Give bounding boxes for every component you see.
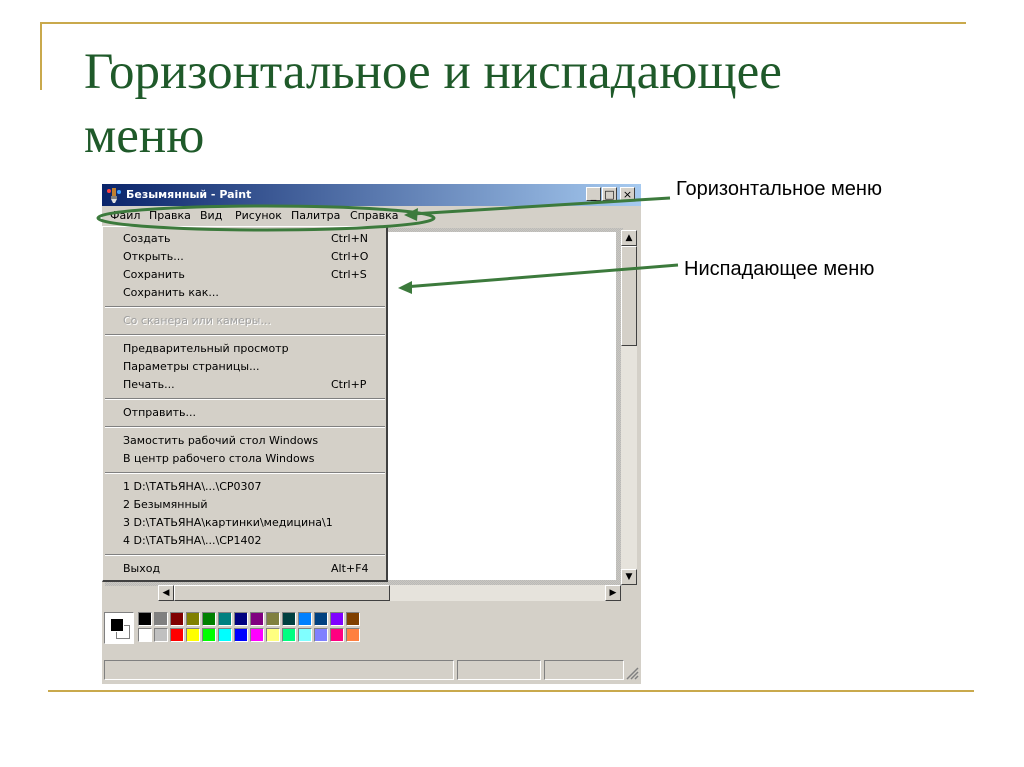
- palette-color-swatch[interactable]: [154, 628, 168, 642]
- menu-separator: [105, 472, 385, 474]
- palette-color-swatch[interactable]: [234, 612, 248, 626]
- close-button[interactable]: ×: [620, 187, 635, 201]
- status-panel-size: [544, 660, 624, 680]
- menu-item-center-desktop[interactable]: В центр рабочего стола Windows: [123, 452, 314, 465]
- menu-item-exit[interactable]: Выход: [123, 562, 160, 575]
- scroll-down-button[interactable]: ▼: [621, 569, 637, 585]
- menu-separator: [105, 554, 385, 556]
- palette-color-swatch[interactable]: [314, 612, 328, 626]
- menu-colors[interactable]: Палитра: [291, 209, 340, 222]
- palette-color-swatch[interactable]: [154, 612, 168, 626]
- menu-item-page-setup[interactable]: Параметры страницы...: [123, 360, 260, 373]
- palette-color-swatch[interactable]: [314, 628, 328, 642]
- menu-view[interactable]: Вид: [200, 209, 222, 222]
- foreground-color-swatch: [110, 618, 124, 632]
- palette-color-swatch[interactable]: [202, 612, 216, 626]
- palette-color-swatch[interactable]: [218, 612, 232, 626]
- menu-separator: [105, 398, 385, 400]
- shortcut-new: Ctrl+N: [331, 232, 369, 245]
- palette-color-swatch[interactable]: [266, 612, 280, 626]
- scroll-right-button[interactable]: ▶: [605, 585, 621, 601]
- shortcut-print: Ctrl+P: [331, 378, 367, 391]
- menu-separator: [105, 334, 385, 336]
- shortcut-save: Ctrl+S: [331, 268, 367, 281]
- palette-color-swatch[interactable]: [138, 628, 152, 642]
- palette-color-swatch[interactable]: [330, 628, 344, 642]
- palette-color-swatch[interactable]: [298, 628, 312, 642]
- menu-item-recent-4[interactable]: 4 D:\ТАТЬЯНА\...\CP1402: [123, 534, 262, 547]
- palette-color-swatch[interactable]: [186, 628, 200, 642]
- palette-color-swatch[interactable]: [170, 612, 184, 626]
- palette-color-swatch[interactable]: [170, 628, 184, 642]
- menu-item-recent-2[interactable]: 2 Безымянный: [123, 498, 207, 511]
- palette-color-swatch[interactable]: [282, 628, 296, 642]
- menu-item-recent-3[interactable]: 3 D:\ТАТЬЯНА\картинки\медицина\1: [123, 516, 333, 529]
- shortcut-exit: Alt+F4: [331, 562, 369, 575]
- menu-item-save-as[interactable]: Сохранить как...: [123, 286, 219, 299]
- menu-edit[interactable]: Правка: [149, 209, 191, 222]
- status-bar: [102, 658, 641, 682]
- palette-color-swatch[interactable]: [234, 628, 248, 642]
- color-palette: [102, 608, 641, 648]
- menu-item-from-scanner: Со сканера или камеры...: [123, 314, 271, 327]
- palette-color-swatch[interactable]: [346, 612, 360, 626]
- horizontal-scrollbar[interactable]: ◀ ▶: [158, 585, 621, 601]
- menu-item-send[interactable]: Отправить...: [123, 406, 196, 419]
- menu-item-tile-desktop[interactable]: Замостить рабочий стол Windows: [123, 434, 318, 447]
- file-dropdown-menu: Создать Ctrl+N Открыть... Ctrl+O Сохрани…: [102, 226, 388, 582]
- palette-color-swatch[interactable]: [186, 612, 200, 626]
- bottom-frame-line: [48, 690, 974, 692]
- menu-item-print[interactable]: Печать...: [123, 378, 175, 391]
- title-bar[interactable]: Безымянный - Paint _ □ ×: [102, 184, 641, 206]
- current-colors[interactable]: [104, 612, 134, 644]
- menu-item-recent-1[interactable]: 1 D:\ТАТЬЯНА\...\CP0307: [123, 480, 262, 493]
- menu-item-open[interactable]: Открыть...: [123, 250, 184, 263]
- palette-color-swatch[interactable]: [298, 612, 312, 626]
- callout-dropdown-menu: Ниспадающее меню: [684, 258, 875, 280]
- menu-separator: [105, 426, 385, 428]
- menu-image[interactable]: Рисунок: [235, 209, 282, 222]
- vertical-scroll-thumb[interactable]: [621, 246, 637, 346]
- palette-color-swatch[interactable]: [202, 628, 216, 642]
- palette-color-swatch[interactable]: [282, 612, 296, 626]
- palette-color-swatch[interactable]: [138, 612, 152, 626]
- menu-item-save[interactable]: Сохранить: [123, 268, 185, 281]
- resize-grip-icon[interactable]: [625, 666, 639, 680]
- menu-item-new[interactable]: Создать: [123, 232, 171, 245]
- menu-separator: [105, 306, 385, 308]
- palette-color-swatch[interactable]: [250, 612, 264, 626]
- palette-color-swatch[interactable]: [266, 628, 280, 642]
- palette-color-swatch[interactable]: [346, 628, 360, 642]
- palette-color-swatch[interactable]: [250, 628, 264, 642]
- menu-bar: Файл Правка Вид Рисунок Палитра Справка: [102, 206, 641, 226]
- scroll-up-button[interactable]: ▲: [621, 230, 637, 246]
- palette-color-swatch[interactable]: [218, 628, 232, 642]
- paint-app-icon: [107, 188, 121, 203]
- minimize-button[interactable]: _: [586, 187, 601, 201]
- menu-item-print-preview[interactable]: Предварительный просмотр: [123, 342, 289, 355]
- left-frame-line: [40, 22, 42, 90]
- status-panel-help: [104, 660, 454, 680]
- maximize-button[interactable]: □: [602, 187, 617, 201]
- menu-help[interactable]: Справка: [350, 209, 398, 222]
- vertical-scrollbar[interactable]: ▲ ▼: [621, 230, 637, 585]
- window-title: Безымянный - Paint: [126, 188, 252, 201]
- menu-file[interactable]: Файл: [110, 209, 140, 222]
- status-panel-position: [457, 660, 541, 680]
- top-frame-line: [40, 22, 966, 24]
- slide-title: Горизонтальное и ниспадающее меню: [84, 44, 782, 164]
- shortcut-open: Ctrl+O: [331, 250, 369, 263]
- paint-window: Безымянный - Paint _ □ × Файл Правка Вид…: [102, 184, 641, 684]
- callout-horizontal-menu: Горизонтальное меню: [676, 178, 882, 200]
- horizontal-scroll-thumb[interactable]: [174, 585, 390, 601]
- scroll-left-button[interactable]: ◀: [158, 585, 174, 601]
- palette-color-swatch[interactable]: [330, 612, 344, 626]
